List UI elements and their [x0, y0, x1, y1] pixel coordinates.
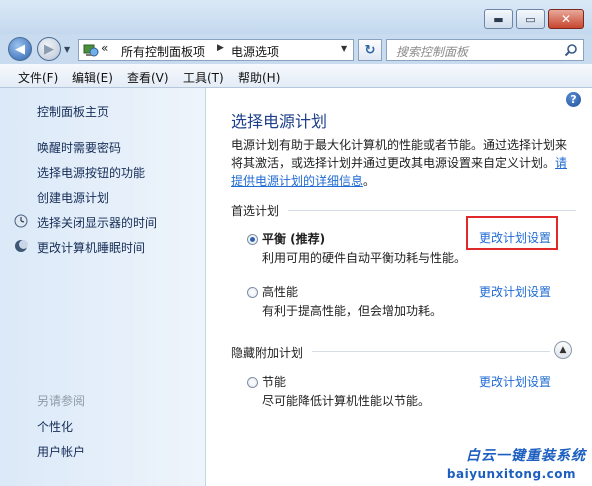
breadcrumb-all-items[interactable]: 所有控制面板项 — [121, 43, 205, 60]
intro-text: 电源计划有助于最大化计算机的性能或者节能。通过选择计划来将其激活，或选择计划并通… — [231, 136, 576, 190]
control-panel-window: ▬ ▭ ✕ ◀ ▶ ▼ « 所有控制面板项 ▶ 电源选项 ▼ ↻ 搜索控制面板 — [0, 0, 592, 486]
plan-high-performance-name[interactable]: 高性能 — [262, 283, 298, 300]
plan-high-performance-change-settings-link[interactable]: 更改计划设置 — [479, 283, 551, 300]
sidebar-link-user-accounts[interactable]: 用户帐户 — [37, 443, 85, 460]
search-placeholder: 搜索控制面板 — [396, 45, 469, 59]
plan-high-performance-desc: 有利于提高性能，但会增加功耗。 — [262, 304, 443, 318]
address-overflow-icon[interactable]: « — [101, 41, 108, 55]
plan-balanced-desc: 利用可用的硬件自动平衡功耗与性能。 — [262, 251, 467, 265]
watermark-brand: 白云一键重装系统 — [466, 448, 586, 464]
moon-icon — [15, 240, 28, 252]
highlight-annotation — [466, 216, 558, 250]
address-dropdown-icon[interactable]: ▼ — [341, 44, 347, 53]
collapse-hidden-plans-button[interactable]: ▲ — [554, 341, 572, 359]
preferred-plans-heading: 首选计划 — [231, 204, 280, 218]
sidebar-link-personalization[interactable]: 个性化 — [37, 418, 73, 435]
search-icon[interactable] — [564, 43, 578, 57]
plan-balanced-name[interactable]: 平衡 (推荐) — [262, 230, 325, 247]
help-icon[interactable]: ? — [566, 92, 581, 107]
hidden-plans-heading: 隐藏附加计划 — [231, 346, 304, 360]
forward-button[interactable]: ▶ — [37, 37, 61, 61]
control-panel-icon — [83, 44, 99, 57]
watermark: 白云一键重装系统 baiyunxitong.com — [440, 445, 586, 483]
menu-view[interactable]: 查看(V) — [127, 69, 169, 86]
minimize-icon: ▬ — [493, 12, 504, 26]
breadcrumb-separator-icon[interactable]: ▶ — [217, 43, 224, 53]
sidebar-link-create-plan[interactable]: 创建电源计划 — [37, 189, 109, 206]
section-divider — [312, 351, 550, 352]
title-bar: ▬ ▭ ✕ — [0, 0, 592, 34]
menu-tools[interactable]: 工具(T) — [183, 69, 224, 86]
menu-help[interactable]: 帮助(H) — [238, 69, 280, 86]
plan-power-saver-name[interactable]: 节能 — [262, 373, 286, 390]
close-icon: ✕ — [560, 12, 572, 26]
menu-bar: 文件(F) 编辑(E) 查看(V) 工具(T) 帮助(H) — [0, 64, 592, 88]
help-glyph: ? — [570, 93, 577, 106]
monitor-clock-icon — [14, 214, 28, 228]
see-also-heading: 另请参阅 — [37, 394, 86, 408]
chevron-up-icon: ▲ — [559, 345, 567, 355]
sidebar: 控制面板主页 唤醒时需要密码 选择电源按钮的功能 创建电源计划 选择关闭显示器的… — [0, 88, 206, 486]
recent-pages-dropdown-icon[interactable]: ▼ — [64, 45, 74, 55]
address-bar[interactable]: « 所有控制面板项 ▶ 电源选项 ▼ — [78, 39, 354, 61]
forward-arrow-icon: ▶ — [44, 41, 54, 57]
plan-balanced-radio[interactable] — [247, 234, 258, 245]
minimize-button[interactable]: ▬ — [484, 9, 513, 29]
plan-power-saver-desc: 尽可能降低计算机性能以节能。 — [262, 394, 431, 408]
menu-edit[interactable]: 编辑(E) — [72, 69, 113, 86]
sidebar-link-display-off-time[interactable]: 选择关闭显示器的时间 — [37, 214, 157, 231]
sidebar-link-power-button[interactable]: 选择电源按钮的功能 — [37, 164, 145, 181]
menu-file[interactable]: 文件(F) — [18, 69, 58, 86]
maximize-icon: ▭ — [525, 12, 536, 26]
navigation-bar: ◀ ▶ ▼ « 所有控制面板项 ▶ 电源选项 ▼ ↻ 搜索控制面板 — [0, 34, 592, 64]
close-button[interactable]: ✕ — [548, 9, 584, 29]
watermark-url: baiyunxitong.com — [446, 467, 576, 481]
intro-body: 电源计划有助于最大化计算机的性能或者节能。通过选择计划来将其激活，或选择计划并通… — [231, 138, 568, 170]
plan-high-performance-radio[interactable] — [247, 287, 258, 298]
sidebar-link-control-panel-home[interactable]: 控制面板主页 — [37, 103, 109, 120]
breadcrumb-power-options[interactable]: 电源选项 — [231, 43, 279, 60]
intro-end: 。 — [363, 174, 376, 188]
refresh-icon: ↻ — [364, 42, 376, 58]
sidebar-link-sleep-time[interactable]: 更改计算机睡眠时间 — [37, 239, 145, 256]
maximize-button[interactable]: ▭ — [516, 9, 545, 29]
sidebar-link-wake-password[interactable]: 唤醒时需要密码 — [37, 139, 121, 156]
plan-power-saver-change-settings-link[interactable]: 更改计划设置 — [479, 373, 551, 390]
search-input[interactable]: 搜索控制面板 — [386, 39, 584, 61]
main-content: ? 选择电源计划 电源计划有助于最大化计算机的性能或者节能。通过选择计划来将其激… — [206, 88, 592, 486]
back-arrow-icon: ◀ — [15, 41, 25, 57]
page-title: 选择电源计划 — [231, 112, 328, 131]
section-divider — [288, 210, 576, 211]
refresh-button[interactable]: ↻ — [358, 39, 382, 61]
back-button[interactable]: ◀ — [8, 37, 32, 61]
plan-power-saver-radio[interactable] — [247, 377, 258, 388]
